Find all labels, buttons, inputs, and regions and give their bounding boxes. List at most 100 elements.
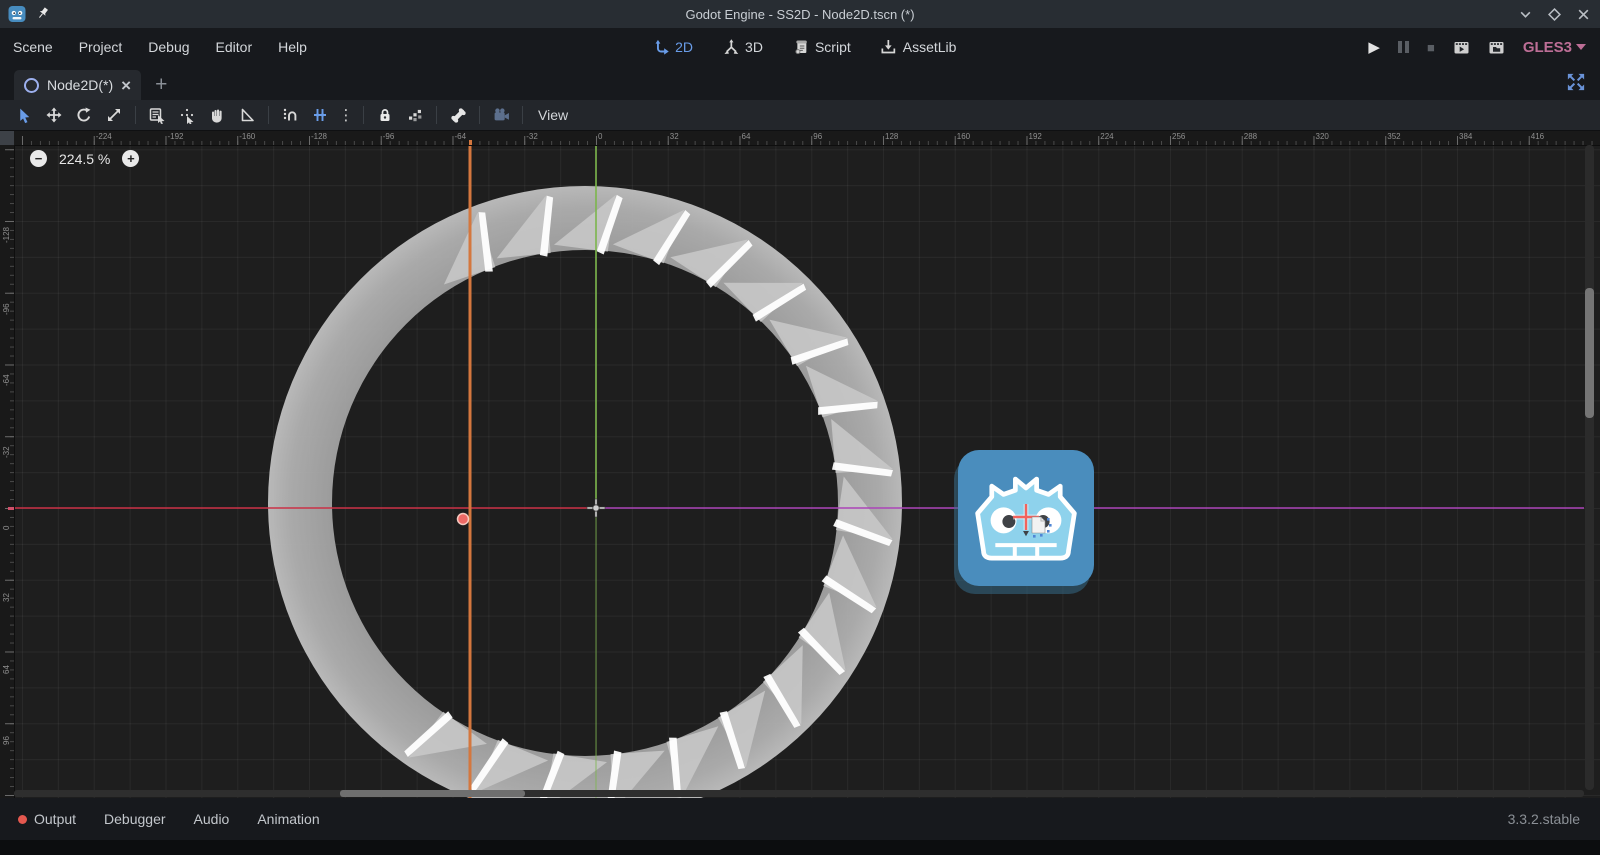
menu-debug[interactable]: Debug (135, 33, 202, 61)
renderer-dropdown[interactable]: GLES3 (1523, 39, 1586, 56)
move-tool-button[interactable] (40, 102, 68, 128)
ruler-tick-label: 128 (885, 132, 898, 141)
smart-snap-button[interactable] (276, 102, 304, 128)
ss2d-ring-shape[interactable] (268, 186, 902, 798)
workspace-assetlib-button[interactable]: AssetLib (873, 35, 965, 59)
play-custom-scene-button[interactable] (1488, 40, 1505, 55)
version-label: 3.3.2.stable (1508, 811, 1580, 827)
ruler-tick-label: 96 (813, 132, 822, 141)
stop-button[interactable]: ■ (1427, 40, 1435, 55)
play-scene-button[interactable] (1453, 40, 1470, 55)
skeleton-options-button[interactable] (444, 102, 472, 128)
move-pivot-button[interactable] (173, 102, 201, 128)
horizontal-ruler[interactable]: -224-192-160-128-96-64-32032649612816019… (0, 131, 1600, 146)
zoom-percent-label[interactable]: 224.5 % (59, 151, 110, 167)
list-select-button[interactable] (143, 102, 171, 128)
ruler-tick-label: -192 (167, 132, 183, 141)
rotate-tool-button[interactable] (70, 102, 98, 128)
vertical-scrollbar[interactable] (1585, 145, 1594, 790)
override-camera-button[interactable] (487, 102, 515, 128)
godot-window: Godot Engine - SS2D - Node2D.tscn (*) Sc… (0, 0, 1600, 855)
select-arrow-icon (16, 107, 33, 124)
scene-layer[interactable] (0, 131, 1600, 798)
ruler-tick-label: 0 (2, 526, 11, 530)
ruler-tick-label: 224 (1100, 132, 1113, 141)
script-label: Script (815, 39, 851, 55)
3d-icon (723, 39, 739, 55)
ruler-tool-button[interactable] (233, 102, 261, 128)
playback-controls: ▶ ■ GLES3 (1368, 28, 1586, 66)
ruler-tick-label: -32 (526, 132, 538, 141)
pan-hand-icon (209, 107, 225, 123)
horizontal-scrollbar-thumb[interactable] (340, 790, 525, 797)
snap-options-menu[interactable]: ⋮ (336, 106, 356, 124)
lock-icon (377, 107, 393, 123)
2d-icon (653, 39, 669, 55)
toolbar-separator (135, 106, 136, 124)
pin-icon[interactable] (36, 7, 50, 21)
ruler-tick-label: 96 (2, 736, 11, 745)
script-icon (793, 39, 809, 55)
ruler-tick-label: 352 (1387, 132, 1400, 141)
window-controls (1519, 0, 1590, 28)
ruler-tick-label: 32 (2, 593, 11, 602)
audio-panel-button[interactable]: Audio (180, 811, 244, 827)
smart-snap-icon (282, 107, 298, 123)
bottom-panel: Output Debugger Audio Animation 3.3.2.st… (0, 798, 1600, 840)
group-icon (407, 107, 423, 123)
canvas-viewport[interactable]: -224-192-160-128-96-64-32032649612816019… (0, 131, 1600, 798)
grid-snap-button[interactable] (306, 102, 334, 128)
ruler-tick-label: 416 (1531, 132, 1544, 141)
toolbar-separator (363, 106, 364, 124)
add-scene-tab-button[interactable]: + (155, 73, 167, 97)
bone-icon (450, 107, 467, 124)
ruler-tick-label: 288 (1244, 132, 1257, 141)
zoom-out-button[interactable]: − (30, 150, 47, 167)
title-bar[interactable]: Godot Engine - SS2D - Node2D.tscn (*) (0, 0, 1600, 28)
close-tab-icon[interactable]: × (121, 77, 131, 94)
minimize-icon[interactable] (1519, 8, 1532, 21)
pause-button[interactable] (1398, 41, 1409, 53)
vertical-scrollbar-thumb[interactable] (1585, 288, 1594, 418)
ruler-tick-label: -96 (2, 303, 11, 315)
output-label: Output (34, 811, 76, 827)
play-button[interactable]: ▶ (1368, 38, 1380, 56)
scale-icon (106, 107, 122, 123)
debugger-panel-button[interactable]: Debugger (90, 811, 180, 827)
menu-help[interactable]: Help (265, 33, 320, 61)
maximize-icon[interactable] (1548, 8, 1561, 21)
ruler-tick-label: -64 (454, 132, 466, 141)
distraction-free-icon[interactable] (1566, 72, 1586, 92)
vertical-ruler[interactable]: -128-96-64-320326496128 (0, 145, 15, 798)
axis-ruler-tick (8, 507, 14, 510)
view-menu[interactable]: View (538, 107, 568, 123)
ruler-origin-corner[interactable] (0, 131, 14, 145)
ruler-tick-label: -128 (2, 227, 11, 243)
workspace-3d-button[interactable]: 3D (715, 35, 771, 59)
menu-scene[interactable]: Scene (0, 33, 66, 61)
workspace-2d-button[interactable]: 2D (645, 35, 701, 59)
select-tool-button[interactable] (10, 102, 38, 128)
workspace-script-button[interactable]: Script (785, 35, 859, 59)
guide-ruler-tick (469, 140, 472, 145)
scene-tab-node2d[interactable]: Node2D(*) × (14, 70, 141, 100)
ruler-tick-label: -64 (2, 375, 11, 387)
menu-project[interactable]: Project (66, 33, 136, 61)
group-object-button[interactable] (401, 102, 429, 128)
assetlib-label: AssetLib (903, 39, 957, 55)
close-window-icon[interactable] (1577, 8, 1590, 21)
toolbar-separator (479, 106, 480, 124)
pan-tool-button[interactable] (203, 102, 231, 128)
lock-object-button[interactable] (371, 102, 399, 128)
animation-panel-button[interactable]: Animation (243, 811, 333, 827)
ruler-tick-label: 64 (742, 132, 751, 141)
scale-tool-button[interactable] (100, 102, 128, 128)
zoom-controls: − 224.5 % + (30, 150, 139, 167)
menu-editor[interactable]: Editor (203, 33, 266, 61)
output-panel-button[interactable]: Output (0, 811, 90, 827)
renderer-label: GLES3 (1523, 39, 1572, 56)
chevron-down-icon (1576, 44, 1586, 50)
zoom-in-button[interactable]: + (122, 150, 139, 167)
toolbar-separator (268, 106, 269, 124)
horizontal-scrollbar[interactable] (14, 790, 1584, 797)
